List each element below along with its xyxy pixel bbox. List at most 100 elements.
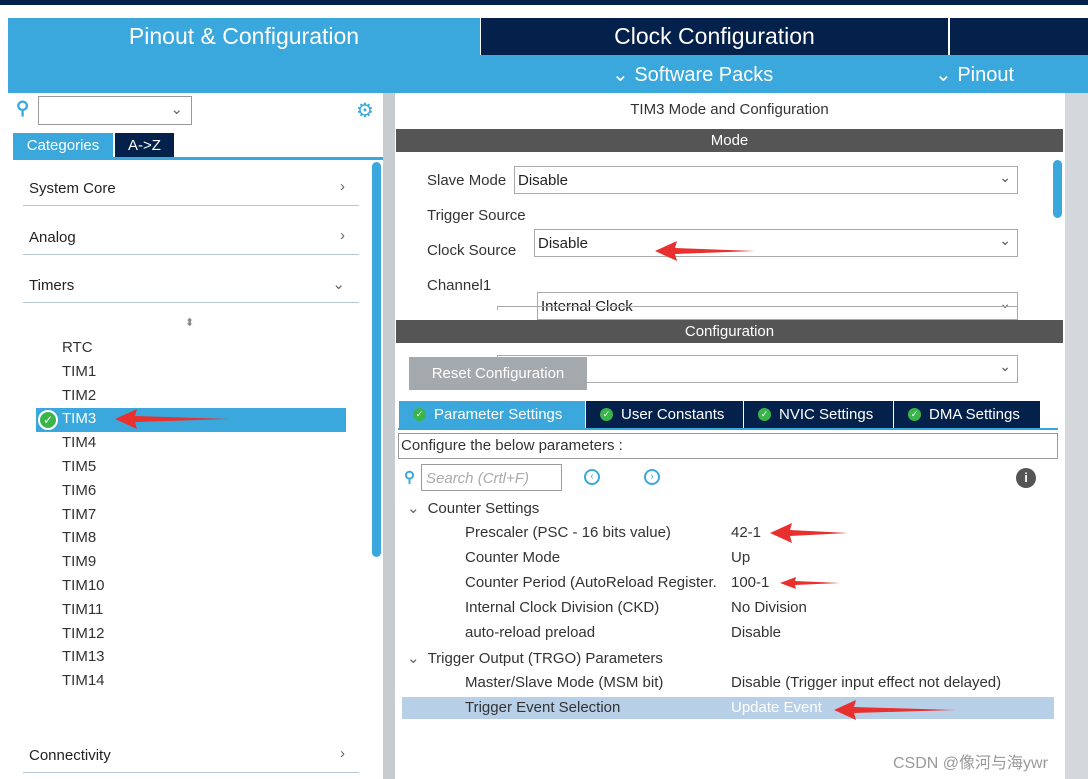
check-icon: ✓ [600, 408, 613, 421]
timer-item-tim4[interactable]: TIM4 [62, 434, 96, 451]
param-name[interactable]: Master/Slave Mode (MSM bit) [465, 674, 663, 691]
param-group[interactable]: ⌄ Trigger Output (TRGO) Parameters [407, 649, 663, 667]
chevron-down-icon: ⌄ [407, 650, 420, 667]
software-packs-menu[interactable]: ⌄ Software Packs [612, 62, 773, 87]
check-icon: ✓ [908, 408, 921, 421]
timer-item-tim7[interactable]: TIM7 [62, 506, 96, 523]
left-scrollbar[interactable] [372, 162, 381, 557]
category-label: Connectivity [29, 747, 111, 764]
param-value[interactable]: Update Event [731, 699, 822, 716]
param-name[interactable]: Counter Period (AutoReload Register. [465, 574, 717, 591]
right-scrollbar[interactable] [1065, 93, 1088, 779]
mode-label: Channel1 [427, 276, 492, 294]
tab-dma-settings[interactable]: ✓ DMA Settings [894, 401, 1041, 428]
tab-label: NVIC Settings [779, 406, 874, 423]
param-name[interactable]: Prescaler (PSC - 16 bits value) [465, 524, 671, 541]
pinout-menu[interactable]: ⌄ Pinout [935, 62, 1014, 87]
timer-item-tim14[interactable]: TIM14 [62, 672, 105, 689]
param-value[interactable]: Up [731, 549, 750, 566]
timer-item-tim8[interactable]: TIM8 [62, 529, 96, 546]
param-value[interactable]: 100-1 [731, 574, 769, 591]
chevron-down-icon: ⌄ [999, 358, 1011, 374]
category-connectivity[interactable]: Connectivity › [23, 743, 359, 773]
configure-text: Configure the below parameters : [398, 433, 1058, 459]
mode-label: Clock Source [427, 241, 517, 259]
timer-item-tim6[interactable]: TIM6 [62, 482, 96, 499]
timer-item-tim1[interactable]: TIM1 [62, 363, 96, 380]
previous-icon[interactable]: ‹ [584, 469, 600, 485]
tab-label: DMA Settings [929, 406, 1020, 423]
param-name[interactable]: auto-reload preload [465, 624, 595, 641]
mode-label: Slave Mode [427, 171, 507, 189]
chevron-down-icon: ⌄ [999, 232, 1011, 248]
search-combo[interactable]: ⌄ [38, 96, 192, 125]
timer-item-tim10[interactable]: TIM10 [62, 577, 105, 594]
tab-underline [13, 157, 383, 160]
chevron-down-icon: ⌄ [332, 276, 345, 293]
mode-select[interactable]: Disable ⌄ [514, 166, 1018, 194]
info-icon[interactable]: i [1016, 468, 1036, 488]
timer-item-tim12[interactable]: TIM12 [62, 625, 105, 642]
mode-row: Clock Source [427, 236, 519, 264]
category-label: Analog [29, 229, 76, 246]
tab-pinout-configuration[interactable]: Pinout & Configuration [8, 18, 480, 55]
param-name[interactable]: Counter Mode [465, 549, 560, 566]
menu-label: Pinout [957, 64, 1015, 86]
tab-parameter-settings[interactable]: ✓ Parameter Settings [399, 401, 586, 428]
chevron-right-icon: › [340, 745, 345, 762]
timer-item-tim9[interactable]: TIM9 [62, 553, 96, 570]
category-analog[interactable]: Analog › [23, 225, 359, 255]
category-system-core[interactable]: System Core › [23, 176, 359, 206]
tab-underline [398, 428, 1058, 430]
mode-row: Trigger Source [427, 201, 529, 229]
mode-scrollbar[interactable] [1053, 160, 1062, 218]
mode-header: Mode [396, 129, 1063, 152]
param-name[interactable]: Internal Clock Division (CKD) [465, 599, 659, 616]
select-value: Disable [538, 234, 589, 252]
sort-icon[interactable]: ⬍ [185, 316, 194, 329]
chevron-down-icon: ⌄ [935, 64, 958, 86]
tab-clock-configuration[interactable]: Clock Configuration [480, 18, 948, 55]
mode-select[interactable]: Disable ⌄ [534, 229, 1018, 257]
tab-project-manager[interactable] [948, 18, 1088, 55]
tab-label: User Constants [621, 406, 725, 423]
mode-label: Trigger Source [427, 206, 526, 224]
tab-nvic-settings[interactable]: ✓ NVIC Settings [744, 401, 894, 428]
tab-label: Pinout & Configuration [128, 23, 360, 49]
configuration-header: Configuration [396, 320, 1063, 343]
timer-item-tim2[interactable]: TIM2 [62, 387, 96, 404]
mode-select-partial [497, 306, 1018, 310]
param-value[interactable]: Disable [731, 624, 781, 641]
timer-item-tim3[interactable]: TIM3 [62, 410, 96, 427]
next-icon[interactable]: › [644, 469, 660, 485]
tab-categories[interactable]: Categories [13, 133, 113, 158]
reset-configuration-button[interactable]: Reset Configuration [409, 357, 587, 390]
category-label: Timers [29, 277, 75, 294]
chevron-right-icon: › [340, 178, 345, 195]
menu-label: Software Packs [634, 64, 774, 86]
category-timers[interactable]: Timers ⌄ [23, 273, 359, 303]
gear-icon[interactable]: ⚙ [356, 98, 374, 123]
panel-divider[interactable] [383, 93, 395, 779]
tab-user-constants[interactable]: ✓ User Constants [586, 401, 744, 428]
chevron-down-icon: ⌄ [407, 500, 420, 517]
mode-row: Channel1 [427, 271, 494, 299]
param-name[interactable]: Trigger Event Selection [465, 699, 620, 716]
param-value[interactable]: No Division [731, 599, 807, 616]
search-icon: ⚲ [16, 98, 30, 118]
panel-title: TIM3 Mode and Configuration [630, 101, 829, 118]
param-value[interactable]: Disable (Trigger input effect not delaye… [731, 674, 1001, 691]
chevron-down-icon: ⌄ [612, 64, 635, 86]
check-icon: ✓ [413, 408, 426, 421]
timer-item-tim13[interactable]: TIM13 [62, 648, 105, 665]
top-strip [0, 0, 1088, 5]
timer-item-tim11[interactable]: TIM11 [62, 601, 103, 618]
param-value[interactable]: 42-1 [731, 524, 761, 541]
timer-item-tim5[interactable]: TIM5 [62, 458, 96, 475]
param-group[interactable]: ⌄ Counter Settings [407, 499, 539, 517]
check-icon: ✓ [38, 410, 58, 430]
timer-item-rtc[interactable]: RTC [62, 339, 93, 356]
tab-a-z[interactable]: A->Z [115, 133, 174, 158]
param-search-input[interactable]: Search (Crtl+F) [421, 464, 562, 491]
chevron-down-icon: ⌄ [999, 169, 1011, 185]
